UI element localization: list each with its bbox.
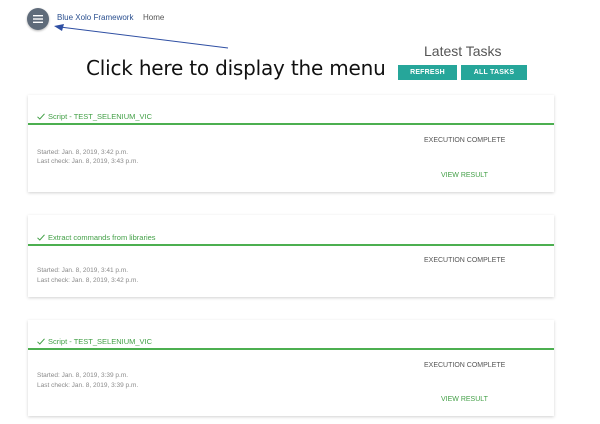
latest-tasks-title: Latest Tasks: [424, 43, 502, 59]
task-status: EXECUTION COMPLETE: [424, 137, 506, 144]
task-last-check: Last check: Jan. 8, 2019, 3:43 p.m.: [37, 158, 139, 165]
refresh-button[interactable]: REFRESH: [398, 65, 457, 80]
check-icon: [37, 337, 45, 345]
task-header[interactable]: Script - TEST_SELENIUM_VIC: [28, 334, 554, 350]
task-status: EXECUTION COMPLETE: [424, 257, 506, 264]
task-title: Script - TEST_SELENIUM_VIC: [48, 336, 153, 346]
check-icon: [37, 233, 45, 241]
view-result-button[interactable]: VIEW RESULT: [441, 396, 488, 403]
task-card: Script - TEST_SELENIUM_VIC EXECUTION COM…: [28, 320, 554, 416]
task-status: EXECUTION COMPLETE: [424, 362, 506, 369]
task-started: Started: Jan. 8, 2019, 3:41 p.m.: [37, 267, 129, 274]
annotation-text: Click here to display the menu: [86, 56, 386, 80]
task-last-check: Last check: Jan. 8, 2019, 3:42 p.m.: [37, 277, 139, 284]
task-card: Extract commands from libraries EXECUTIO…: [28, 215, 554, 297]
task-header[interactable]: Script - TEST_SELENIUM_VIC: [28, 109, 554, 125]
all-tasks-button[interactable]: ALL TASKS: [461, 65, 527, 80]
task-last-check: Last check: Jan. 8, 2019, 3:39 p.m.: [37, 382, 139, 389]
view-result-button[interactable]: VIEW RESULT: [441, 172, 488, 179]
task-title: Script - TEST_SELENIUM_VIC: [48, 111, 153, 121]
task-started: Started: Jan. 8, 2019, 3:42 p.m.: [37, 149, 129, 156]
check-icon: [37, 112, 45, 120]
task-started: Started: Jan. 8, 2019, 3:39 p.m.: [37, 372, 129, 379]
task-card: Script - TEST_SELENIUM_VIC EXECUTION COM…: [28, 95, 554, 192]
task-header[interactable]: Extract commands from libraries: [28, 230, 554, 246]
task-title: Extract commands from libraries: [48, 232, 156, 242]
